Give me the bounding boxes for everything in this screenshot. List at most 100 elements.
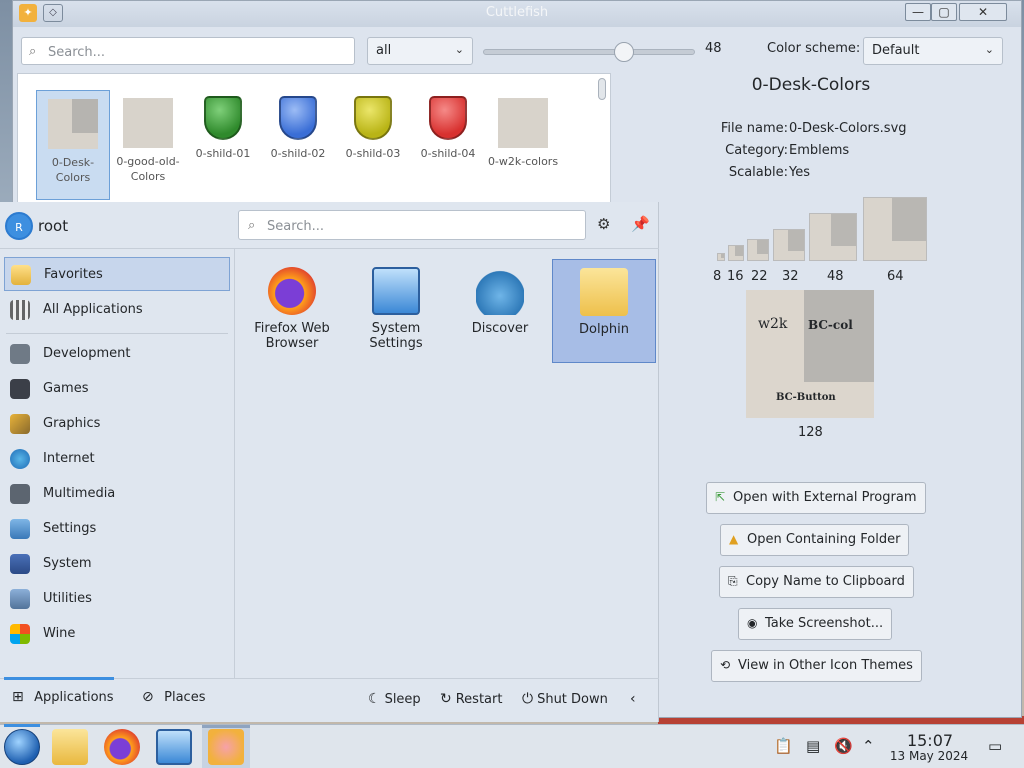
dolphin-task-icon[interactable] (52, 729, 88, 765)
launcher-active-indicator (4, 724, 40, 727)
icon-tile[interactable]: 0-good-old-Colors (111, 90, 185, 200)
app-firefox[interactable]: Firefox Web Browser (240, 259, 344, 363)
icon-tile[interactable]: 0-shild-02 (261, 90, 335, 200)
category-internet[interactable]: Internet (4, 442, 230, 476)
icon-search[interactable]: ⌕ (21, 37, 355, 65)
app-dolphin[interactable]: Dolphin (552, 259, 656, 363)
category-filter-value: all (376, 43, 392, 58)
category-label: Settings (43, 521, 97, 536)
expand-tray-icon[interactable]: ⌃ (862, 737, 875, 755)
cuttlefish-task-icon[interactable] (208, 729, 244, 765)
icon-label: 0-shild-04 (420, 147, 476, 160)
avatar[interactable]: R (5, 212, 33, 240)
category-system[interactable]: System (4, 547, 230, 581)
copy-name-button[interactable]: ⎘ Copy Name to Clipboard (719, 566, 914, 598)
icon-tile[interactable]: 0-shild-04 (411, 90, 485, 200)
icon-tile[interactable]: 0-shild-01 (186, 90, 260, 200)
color-scheme-select[interactable]: Default ⌄ (863, 37, 1003, 65)
sleep-button[interactable]: ☾ Sleep (368, 691, 421, 707)
app-label: Firefox Web Browser (254, 321, 330, 351)
button-label: Shut Down (537, 692, 608, 707)
open-folder-button[interactable]: ▲ Open Containing Folder (720, 524, 910, 556)
app-system-settings[interactable]: System Settings (344, 259, 448, 363)
category-development[interactable]: Development (4, 337, 230, 371)
color-swatch-icon (498, 98, 548, 148)
search-input[interactable] (48, 42, 348, 62)
title-bar[interactable]: ✦ ◇ Cuttlefish — ▢ ✕ (13, 1, 1021, 27)
preview-128: w2k BC-col BC-Button (746, 290, 874, 418)
clock-date[interactable]: 13 May 2024 (884, 749, 974, 763)
category-all-applications[interactable]: All Applications (4, 293, 230, 327)
maximize-button[interactable]: ▢ (931, 3, 957, 21)
app-discover[interactable]: Discover (448, 259, 552, 363)
restart-button[interactable]: ↻ Restart (440, 691, 502, 707)
view-other-themes-button[interactable]: ⟲ View in Other Icon Themes (711, 650, 922, 682)
category-label: Wine (43, 626, 76, 641)
clock-time[interactable]: 15:07 (900, 731, 960, 750)
size-label: 22 (751, 269, 768, 284)
tab-applications[interactable]: ⊞ Applications (12, 689, 114, 705)
app-grid: Firefox Web Browser System Settings Disc… (234, 248, 659, 678)
slider-handle[interactable] (613, 42, 634, 62)
icon-tile[interactable]: 0-Desk-Colors (36, 90, 110, 200)
category-wine[interactable]: Wine (4, 617, 230, 651)
firefox-task-icon[interactable] (104, 729, 140, 765)
yellow-shield-icon (354, 96, 392, 140)
button-label: Sleep (384, 692, 421, 707)
preview-22 (747, 239, 769, 261)
launcher-search-input[interactable] (267, 216, 577, 236)
category-favorites[interactable]: Favorites (4, 257, 230, 291)
application-launcher: R root ⌕ ⚙ 📌 Favorites All Applications … (0, 202, 659, 722)
tab-places[interactable]: ⊘ Places (142, 689, 205, 705)
configure-icon[interactable]: ⚙ (597, 215, 610, 233)
open-external-button[interactable]: ⇱ Open with External Program (706, 482, 926, 514)
external-program-icon: ⇱ (715, 490, 726, 504)
scrollbar[interactable] (598, 78, 606, 100)
launcher-search[interactable]: ⌕ (238, 210, 586, 240)
icon-tile[interactable]: 0-w2k-colors (486, 90, 560, 200)
launcher-header: R root ⌕ ⚙ 📌 (0, 202, 659, 248)
show-desktop-icon[interactable]: ▭ (988, 737, 1002, 755)
category-filter-select[interactable]: all ⌄ (367, 37, 473, 65)
button-label: Open with External Program (733, 490, 917, 505)
folder-icon: ▲ (729, 532, 739, 546)
preview-16 (728, 245, 744, 261)
category-games[interactable]: Games (4, 372, 230, 406)
chevron-down-icon: ⌄ (454, 43, 464, 56)
app-label: Dolphin (579, 322, 629, 337)
preview-text-bccol: BC-col (808, 318, 853, 332)
category-label: Internet (43, 451, 95, 466)
button-label: Take Screenshot... (765, 616, 884, 631)
category-utilities[interactable]: Utilities (4, 582, 230, 616)
system-settings-icon (372, 267, 420, 315)
settings-icon (10, 519, 30, 539)
close-button[interactable]: ✕ (959, 3, 1007, 21)
refresh-icon: ⟲ (720, 658, 731, 672)
system-settings-task-icon[interactable] (156, 729, 192, 765)
minimize-button[interactable]: — (905, 3, 931, 21)
notes-tray-icon[interactable]: ▤ (806, 737, 820, 755)
category-label: Games (43, 381, 89, 396)
volume-muted-icon[interactable]: 🔇 (834, 737, 853, 755)
chevron-left-icon: ‹ (630, 691, 636, 707)
leave-more-button[interactable]: ‹ (630, 691, 640, 707)
graphics-icon (10, 414, 30, 434)
category-multimedia[interactable]: Multimedia (4, 477, 230, 511)
preview-8 (717, 253, 725, 261)
icon-label: 0-shild-01 (195, 147, 251, 160)
preview-48 (809, 213, 857, 261)
take-screenshot-button[interactable]: ◉ Take Screenshot... (738, 608, 893, 640)
shutdown-button[interactable]: ⏻ Shut Down (522, 691, 608, 707)
size-label: 128 (798, 425, 823, 440)
category-settings[interactable]: Settings (4, 512, 230, 546)
start-menu-button[interactable] (4, 729, 40, 765)
icon-tile[interactable]: 0-shild-03 (336, 90, 410, 200)
icon-label: 0-shild-03 (345, 147, 401, 160)
pin-icon[interactable]: 📌 (631, 215, 650, 233)
icon-size-value: 48 (705, 41, 722, 56)
category-label: Multimedia (43, 486, 116, 501)
category-graphics[interactable]: Graphics (4, 407, 230, 441)
discover-icon (476, 267, 524, 315)
icon-size-slider[interactable] (483, 42, 695, 62)
clipboard-tray-icon[interactable]: 📋 (774, 737, 793, 755)
